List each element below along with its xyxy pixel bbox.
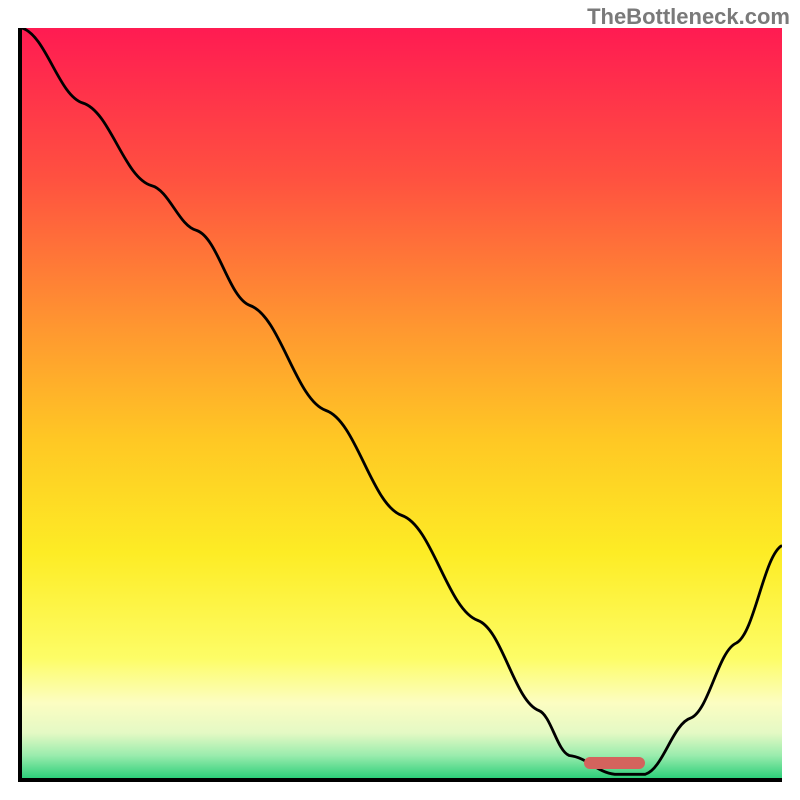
curve-layer — [22, 28, 782, 778]
optimal-marker — [584, 757, 645, 769]
watermark-text: TheBottleneck.com — [587, 4, 790, 30]
chart-plot-area — [18, 28, 782, 782]
chart-container: TheBottleneck.com — [0, 0, 800, 800]
bottleneck-curve — [22, 28, 782, 774]
